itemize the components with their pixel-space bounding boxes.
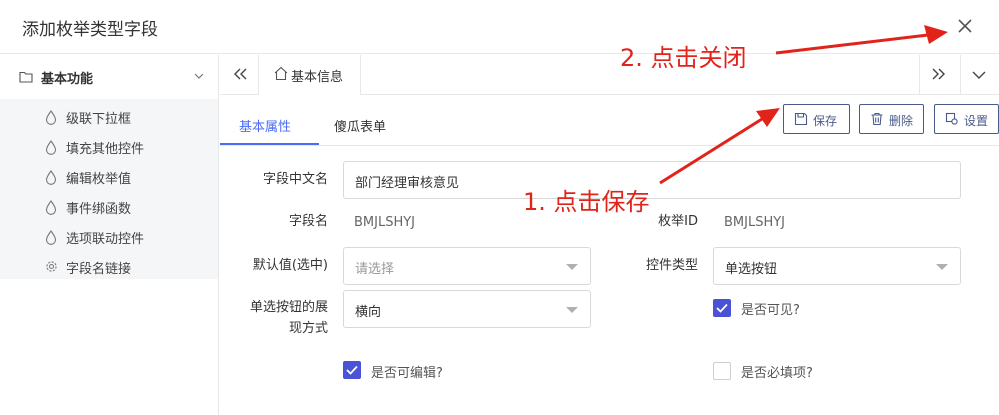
sidebar-item-fill-controls[interactable]: 填充其他控件 — [0, 132, 218, 162]
sidebar-group-label: 基本功能 — [41, 72, 94, 87]
sidebar-item-label: 字段名链接 — [66, 262, 132, 277]
close-icon[interactable] — [955, 16, 975, 36]
default-value-placeholder: 请选择 — [355, 262, 395, 277]
double-chevron-left-icon[interactable] — [232, 67, 248, 81]
field-cn-name-value: 部门经理审核意见 — [355, 176, 460, 191]
tab-label: 基本信息 — [291, 70, 344, 85]
double-chevron-right-icon[interactable] — [931, 67, 947, 81]
dialog-header: 添加枚举类型字段 — [0, 0, 999, 54]
radio-display-select[interactable]: 横向 — [343, 290, 591, 328]
tab-fool-form[interactable]: 傻瓜表单 — [334, 116, 386, 135]
gear-icon — [45, 260, 57, 275]
caret-down-icon — [566, 307, 578, 313]
settings-button[interactable]: 设置 — [934, 104, 999, 134]
control-type-label: 控件类型 — [645, 258, 698, 273]
sidebar-group-header[interactable]: 基本功能 — [0, 55, 219, 99]
chevron-down-icon[interactable] — [972, 69, 986, 79]
sidebar-items: 级联下拉框 填充其他控件 编辑枚举值 事件绑函数 选项联动控件 字段名链接 — [0, 99, 218, 279]
radio-display-value: 横向 — [355, 305, 382, 320]
dialog-title: 添加枚举类型字段 — [22, 20, 158, 40]
settings-label: 设置 — [964, 114, 989, 128]
delete-button[interactable]: 删除 — [859, 104, 924, 134]
control-type-value: 单选按钮 — [725, 262, 778, 277]
drop-icon — [45, 140, 57, 155]
drop-icon — [45, 200, 57, 215]
sidebar-item-field-link[interactable]: 字段名链接 — [0, 252, 218, 282]
sidebar: 基本功能 级联下拉框 填充其他控件 编辑枚举值 事件绑函数 选项联动控件 字段名… — [0, 55, 219, 415]
field-name-label: 字段名 — [288, 214, 328, 229]
field-name-value: BMJLSHYJ — [354, 215, 416, 230]
tab-strip: 基本信息 — [220, 55, 999, 95]
annotation-step1: 1. 点击保存 — [523, 188, 650, 216]
sidebar-item-event-bind[interactable]: 事件绑函数 — [0, 192, 218, 222]
visible-checkbox[interactable] — [713, 299, 731, 317]
default-value-label: 默认值(选中) — [252, 258, 328, 273]
field-cn-name-label: 字段中文名 — [262, 172, 328, 187]
divider — [960, 55, 961, 95]
radio-display-label-line1: 单选按钮的展 — [249, 300, 328, 315]
home-icon — [273, 66, 289, 81]
caret-down-icon — [936, 264, 948, 270]
active-tab-underline — [220, 143, 319, 145]
sidebar-item-option-linkage[interactable]: 选项联动控件 — [0, 222, 218, 252]
drop-icon — [45, 170, 57, 185]
tab-basic-properties[interactable]: 基本属性 — [239, 116, 291, 135]
visible-label: 是否可见? — [741, 303, 800, 318]
save-icon — [794, 112, 808, 126]
sub-tab-bar: 基本属性 傻瓜表单 保存 删除 设置 — [220, 96, 999, 146]
sidebar-item-label: 级联下拉框 — [66, 112, 132, 127]
editable-label: 是否可编辑? — [371, 366, 443, 381]
control-type-select[interactable]: 单选按钮 — [713, 247, 961, 285]
tab-basic-info[interactable]: 基本信息 — [258, 55, 361, 95]
delete-label: 删除 — [889, 114, 914, 128]
editable-checkbox[interactable] — [343, 361, 361, 379]
drop-icon — [45, 110, 57, 125]
save-button[interactable]: 保存 — [783, 104, 850, 134]
field-cn-name-input[interactable]: 部门经理审核意见 — [343, 161, 961, 199]
sidebar-item-label: 选项联动控件 — [66, 232, 145, 247]
folder-icon — [19, 71, 33, 83]
drop-icon — [45, 230, 57, 245]
trash-icon — [870, 112, 884, 126]
save-label: 保存 — [813, 114, 838, 128]
sidebar-item-label: 事件绑函数 — [66, 202, 132, 217]
tab-controls — [919, 55, 999, 95]
enum-id-value: BMJLSHYJ — [724, 215, 786, 230]
sidebar-item-label: 填充其他控件 — [66, 142, 145, 157]
sidebar-item-label: 编辑枚举值 — [66, 172, 132, 187]
required-checkbox[interactable] — [713, 362, 731, 380]
required-label: 是否必填项? — [741, 366, 813, 381]
chevron-down-icon[interactable] — [193, 70, 205, 82]
annotation-step2: 2. 点击关闭 — [620, 44, 747, 72]
settings-icon — [945, 112, 959, 126]
default-value-select[interactable]: 请选择 — [343, 247, 591, 285]
sidebar-item-cascade[interactable]: 级联下拉框 — [0, 102, 218, 132]
caret-down-icon — [566, 264, 578, 270]
sidebar-item-edit-enum[interactable]: 编辑枚举值 — [0, 162, 218, 192]
radio-display-label-line2: 现方式 — [288, 321, 328, 336]
